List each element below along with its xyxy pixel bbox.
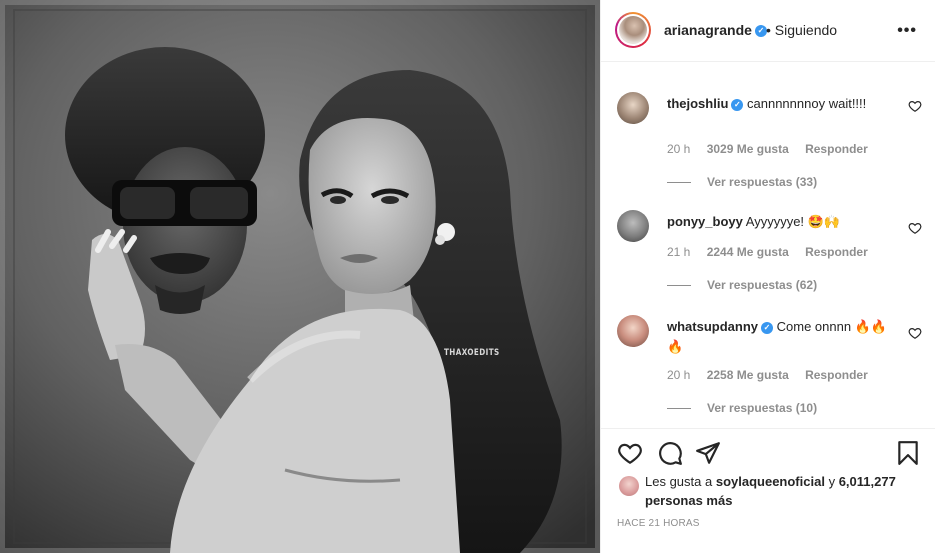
- owner-avatar[interactable]: [615, 12, 651, 48]
- comment-text-row: whatsupdanny ✓ Come onnnn 🔥🔥🔥: [667, 317, 892, 357]
- reply-button[interactable]: Responder: [805, 142, 868, 156]
- post-header: arianagrande ✓ • Siguiendo •••: [601, 0, 935, 62]
- liker-username[interactable]: soylaqueenoficial: [716, 474, 825, 489]
- likes-text: Les gusta a soylaqueenoficial y 6,011,27…: [645, 472, 905, 510]
- view-replies-button[interactable]: Ver respuestas (10): [667, 401, 817, 415]
- replies-divider: [667, 285, 691, 287]
- comments-list[interactable]: thejoshliu ✓ cannnnnnnoy wait!!!! 20 h 30…: [601, 62, 935, 428]
- comment-likes[interactable]: 2258 Me gusta: [707, 368, 789, 382]
- post-side-panel: arianagrande ✓ • Siguiendo ••• thejoshliu…: [600, 0, 935, 553]
- reply-button[interactable]: Responder: [805, 245, 868, 259]
- view-replies-label: Ver respuestas (62): [707, 278, 818, 292]
- likes-prefix: Les gusta a: [645, 474, 713, 489]
- post-actions-bar: [601, 428, 935, 476]
- comment-meta: 20 h 3029 Me gusta Responder: [667, 142, 881, 156]
- user-avatar[interactable]: [617, 210, 649, 242]
- save-bookmark-icon[interactable]: [895, 440, 921, 466]
- comment-time[interactable]: 21 h: [667, 245, 690, 259]
- watermark-text: THAXOEDITS: [444, 348, 500, 358]
- post-image[interactable]: THAXOEDITS: [0, 0, 600, 553]
- post-photo-art: [0, 0, 600, 553]
- comment-text: cannnnnnnoy wait!!!!: [747, 96, 867, 111]
- comment-bubble-icon[interactable]: [657, 440, 683, 466]
- verified-badge-icon: ✓: [731, 98, 744, 111]
- user-avatar[interactable]: [617, 315, 649, 347]
- following-button[interactable]: Siguiendo: [775, 22, 837, 38]
- view-replies-label: Ver respuestas (33): [707, 175, 818, 189]
- like-comment-heart-icon[interactable]: [908, 326, 922, 340]
- comment-text-row: ponyy_boyy Ayyyyyye! 🤩🙌: [667, 212, 892, 232]
- replies-divider: [667, 408, 691, 410]
- replies-divider: [667, 182, 691, 184]
- comment-username[interactable]: thejoshliu: [667, 96, 728, 111]
- follow-status: • Siguiendo: [766, 22, 837, 38]
- comment-meta: 20 h 2258 Me gusta Responder: [667, 368, 881, 382]
- user-avatar[interactable]: [617, 92, 649, 124]
- comment-text-row: thejoshliu ✓ cannnnnnnoy wait!!!!: [667, 94, 892, 114]
- reply-button[interactable]: Responder: [805, 368, 868, 382]
- comment-username[interactable]: whatsupdanny: [667, 319, 758, 334]
- comment-time[interactable]: 20 h: [667, 368, 690, 382]
- like-comment-heart-icon[interactable]: [908, 99, 922, 113]
- owner-username[interactable]: arianagrande: [664, 22, 752, 38]
- comment-likes[interactable]: 3029 Me gusta: [707, 142, 789, 156]
- view-replies-button[interactable]: Ver respuestas (62): [667, 278, 817, 292]
- comment-likes[interactable]: 2244 Me gusta: [707, 245, 789, 259]
- comment-text: Ayyyyyye! 🤩🙌: [745, 214, 841, 229]
- view-replies-label: Ver respuestas (10): [707, 401, 818, 415]
- like-comment-heart-icon[interactable]: [908, 221, 922, 235]
- like-heart-icon[interactable]: [617, 440, 643, 466]
- comment-time[interactable]: 20 h: [667, 142, 690, 156]
- view-replies-button[interactable]: Ver respuestas (33): [667, 175, 817, 189]
- comment-meta: 21 h 2244 Me gusta Responder: [667, 245, 881, 259]
- likes-connector: y: [828, 474, 836, 489]
- comment-username[interactable]: ponyy_boyy: [667, 214, 743, 229]
- liker-avatar[interactable]: [619, 476, 639, 496]
- more-options-icon[interactable]: •••: [897, 22, 917, 40]
- verified-badge-icon: ✓: [761, 321, 774, 334]
- owner-username-row: arianagrande ✓: [664, 22, 767, 38]
- separator-dot: •: [766, 22, 771, 38]
- share-paper-plane-icon[interactable]: [695, 440, 721, 466]
- post-timestamp[interactable]: HACE 21 HORAS: [617, 518, 700, 529]
